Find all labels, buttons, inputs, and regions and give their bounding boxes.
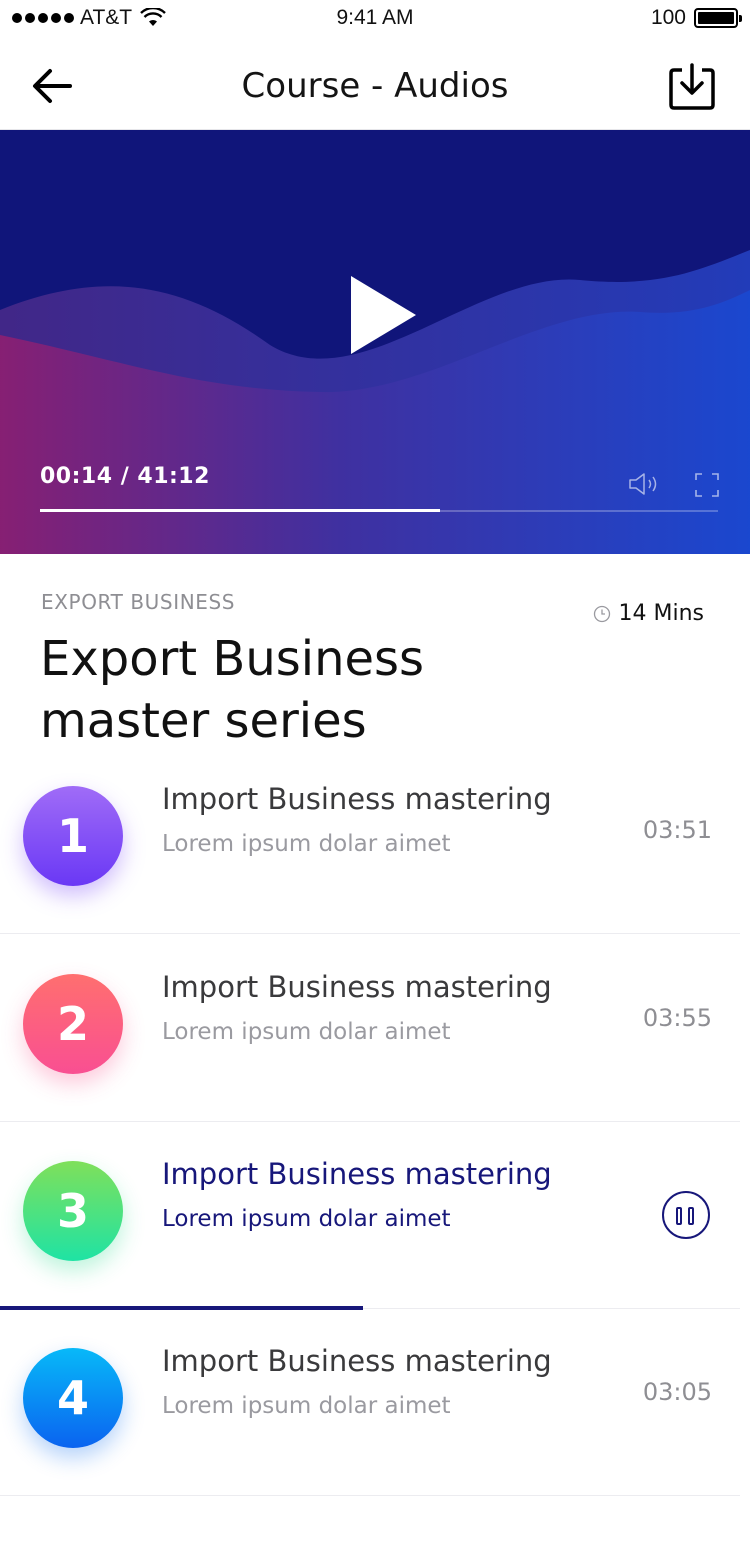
clock-icon bbox=[593, 605, 610, 622]
battery-status: 100 bbox=[650, 6, 742, 30]
status-bar: AT&T 9:41 AM 100 bbox=[0, 0, 750, 40]
time-readout: 00:14 / 41:12 bbox=[40, 464, 210, 489]
volume-icon[interactable] bbox=[628, 472, 660, 496]
track-item[interactable]: 1 Import Business mastering Lorem ipsum … bbox=[0, 746, 740, 934]
track-number-badge: 2 bbox=[23, 974, 123, 1074]
divider bbox=[0, 1495, 740, 1496]
track-number-badge: 4 bbox=[23, 1348, 123, 1448]
track-item[interactable]: 4 Import Business mastering Lorem ipsum … bbox=[0, 1308, 740, 1496]
track-subtitle: Lorem ipsum dolar aimet bbox=[162, 1393, 451, 1419]
track-duration: 03:51 bbox=[642, 816, 712, 844]
nav-bar: Course - Audios bbox=[0, 40, 750, 130]
track-subtitle: Lorem ipsum dolar aimet bbox=[162, 1019, 451, 1045]
course-duration: 14 Mins bbox=[593, 601, 705, 626]
track-subtitle: Lorem ipsum dolar aimet bbox=[162, 831, 451, 857]
battery-icon bbox=[694, 8, 742, 28]
track-subtitle: Lorem ipsum dolar aimet bbox=[162, 1206, 451, 1232]
track-title: Import Business mastering bbox=[162, 970, 552, 1004]
track-title: Import Business mastering bbox=[162, 1157, 552, 1191]
download-button[interactable] bbox=[668, 62, 716, 112]
pause-button[interactable] bbox=[662, 1191, 710, 1239]
track-duration: 03:55 bbox=[642, 1004, 712, 1032]
player-progress-bar[interactable] bbox=[40, 509, 718, 512]
pause-icon bbox=[688, 1207, 694, 1225]
track-title: Import Business mastering bbox=[162, 1344, 552, 1378]
track-number-badge: 3 bbox=[23, 1161, 123, 1261]
course-title: Export Business master series bbox=[40, 631, 425, 749]
status-time: 9:41 AM bbox=[336, 6, 414, 29]
track-item-active[interactable]: 3 Import Business mastering Lorem ipsum … bbox=[0, 1121, 740, 1310]
track-duration: 03:05 bbox=[642, 1378, 712, 1406]
course-category: EXPORT BUSINESS bbox=[41, 590, 236, 614]
player-progress-fill bbox=[40, 509, 441, 512]
audio-player: 00:14 / 41:12 bbox=[0, 130, 750, 554]
download-icon bbox=[669, 63, 715, 110]
track-number-badge: 1 bbox=[23, 786, 123, 886]
duration-label: 14 Mins bbox=[618, 601, 705, 626]
play-icon[interactable] bbox=[340, 270, 424, 360]
pause-icon bbox=[676, 1207, 682, 1225]
page-title: Course - Audios bbox=[241, 66, 509, 106]
track-title: Import Business mastering bbox=[162, 782, 552, 816]
battery-percent: 100 bbox=[650, 6, 686, 29]
track-item[interactable]: 2 Import Business mastering Lorem ipsum … bbox=[0, 934, 740, 1122]
fullscreen-icon[interactable] bbox=[694, 472, 720, 498]
